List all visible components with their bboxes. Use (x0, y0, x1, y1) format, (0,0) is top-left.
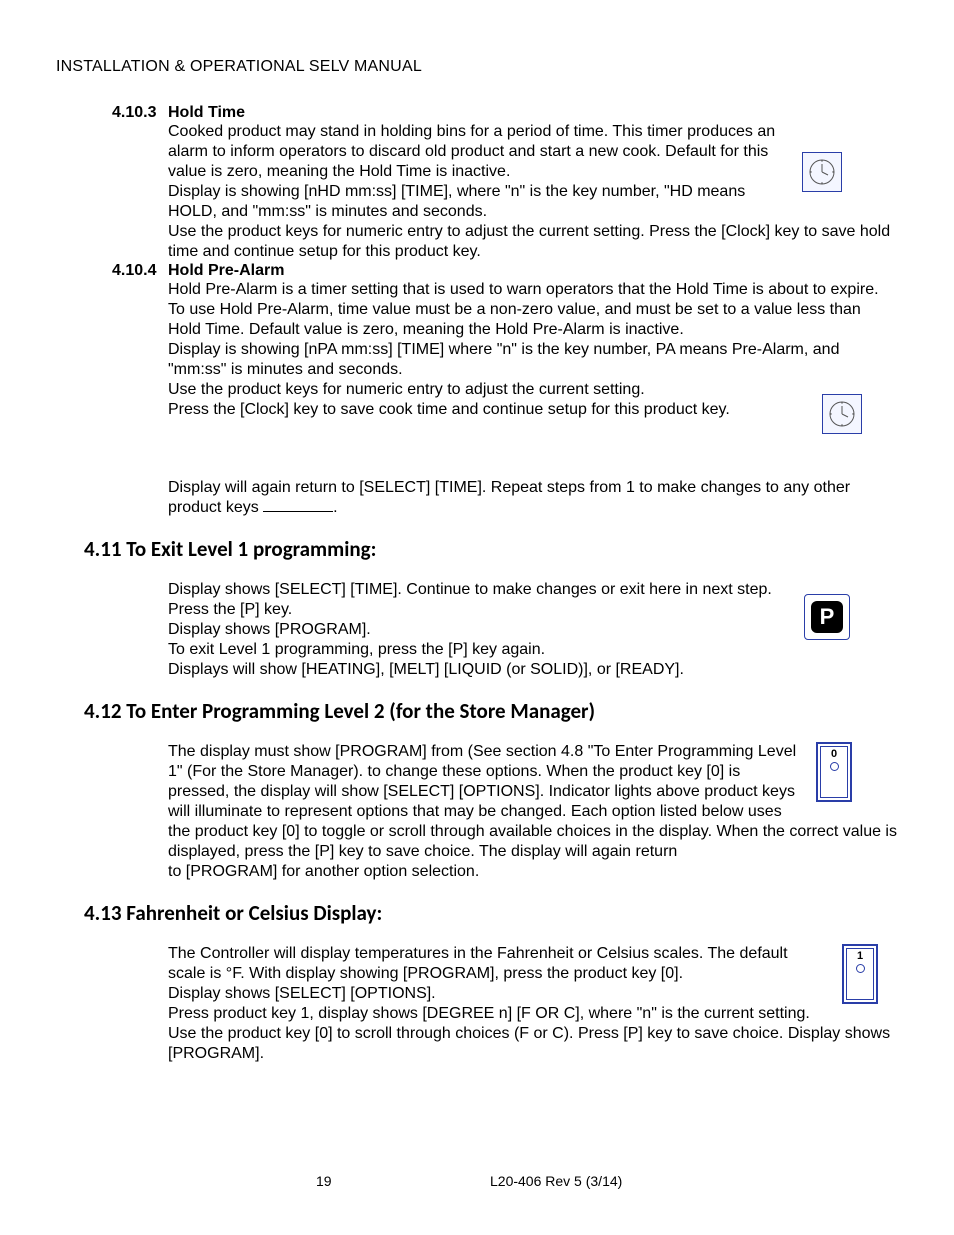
clock-face-icon (808, 158, 836, 186)
clock-icon (822, 394, 862, 434)
fill-in-blank (263, 511, 333, 512)
clock-face-icon (828, 400, 856, 428)
paragraph: The display must show [PROGRAM] from (Se… (168, 742, 898, 862)
section-4-13-body: 1 The Controller will display temperatur… (168, 944, 898, 1064)
p-key-label: P (811, 601, 843, 633)
page-container: INSTALLATION & OPERATIONAL SELV MANUAL 4… (0, 0, 954, 1064)
key-label: 1 (847, 951, 873, 962)
text-run: . (333, 499, 337, 516)
section-4-13-heading: 4.13 Fahrenheit or Celsius Display: (84, 900, 898, 926)
section-4-12-heading: 4.12 To Enter Programming Level 2 (for t… (84, 698, 898, 724)
key-label: 0 (821, 749, 847, 760)
subsection-4-10-3-heading: 4.10.3 Hold Time (56, 104, 898, 122)
paragraph: Hold Pre-Alarm is a timer setting that i… (168, 280, 898, 340)
subsection-number: 4.10.4 (112, 262, 168, 280)
subsection-4-10-4-body: Hold Pre-Alarm is a timer setting that i… (168, 280, 898, 518)
subsection-number: 4.10.3 (112, 104, 168, 122)
paragraph: Press product key 1, display shows [DEGR… (168, 1004, 898, 1024)
page-header: INSTALLATION & OPERATIONAL SELV MANUAL (56, 58, 898, 76)
paragraph: Use the product keys for numeric entry t… (168, 380, 898, 400)
led-icon (830, 762, 839, 771)
paragraph: Display is showing [nHD mm:ss] [TIME], w… (168, 182, 898, 222)
subsection-4-10-3-body: Cooked product may stand in holding bins… (168, 122, 898, 262)
product-key-1-icon: 1 (842, 944, 878, 1004)
section-4-12-body: 0 The display must show [PROGRAM] from (… (168, 742, 898, 882)
paragraph: Displays will show [HEATING], [MELT] [LI… (168, 660, 898, 680)
p-key-icon: P (804, 594, 850, 640)
paragraph: Display is showing [nPA mm:ss] [TIME] wh… (168, 340, 898, 380)
paragraph: Use the product key [0] to scroll throug… (168, 1024, 898, 1064)
section-4-11-heading: 4.11 To Exit Level 1 programming: (84, 536, 898, 562)
key-inner: 0 (820, 746, 848, 798)
paragraph: Display will again return to [SELECT] [T… (168, 478, 898, 518)
doc-id: L20-406 Rev 5 (3/14) (490, 1173, 622, 1189)
paragraph: Press the [P] key. (168, 600, 898, 620)
subsection-title: Hold Pre-Alarm (168, 262, 284, 280)
section-4-11-body: P Display shows [SELECT] [TIME]. Continu… (168, 580, 898, 680)
paragraph: Press the [Clock] key to save cook time … (168, 400, 898, 420)
paragraph: To exit Level 1 programming, press the [… (168, 640, 898, 660)
paragraph: The Controller will display temperatures… (168, 944, 898, 984)
paragraph: to [PROGRAM] for another option selectio… (168, 862, 898, 882)
led-icon (856, 964, 865, 973)
key-inner: 1 (846, 948, 874, 1000)
clock-icon (802, 152, 842, 192)
subsection-4-10-4-heading: 4.10.4 Hold Pre-Alarm (56, 262, 898, 280)
paragraph: Display shows [SELECT] [TIME]. Continue … (168, 580, 898, 600)
product-key-0-icon: 0 (816, 742, 852, 802)
page-number: 19 (316, 1173, 332, 1189)
paragraph: Use the product keys for numeric entry t… (168, 222, 898, 262)
paragraph: Cooked product may stand in holding bins… (168, 122, 898, 182)
subsection-title: Hold Time (168, 104, 245, 122)
paragraph: Display shows [PROGRAM]. (168, 620, 898, 640)
paragraph: Display shows [SELECT] [OPTIONS]. (168, 984, 898, 1004)
